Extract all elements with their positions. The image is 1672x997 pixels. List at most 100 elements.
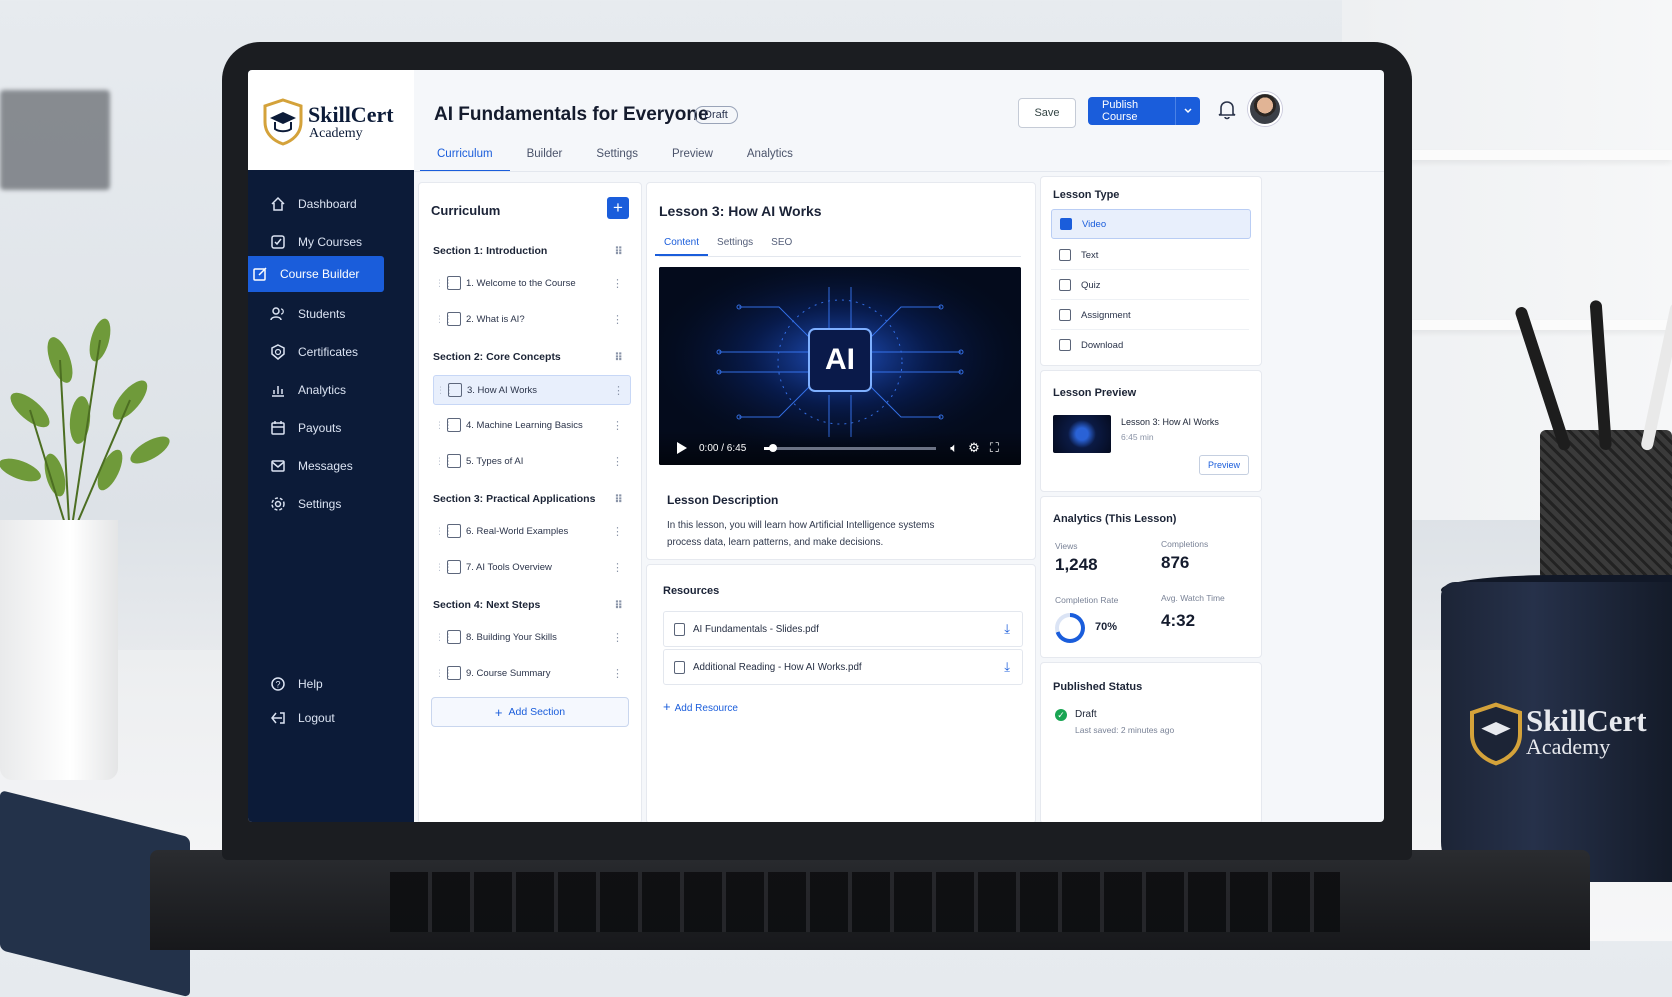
lesson-item[interactable]: ⋮⋮ 7. AI Tools Overview ⋮ bbox=[433, 553, 629, 581]
lesson-type-video[interactable]: Video bbox=[1051, 209, 1251, 239]
bell-icon[interactable] bbox=[1216, 98, 1238, 120]
resource-item[interactable]: AI Fundamentals - Slides.pdf ⤓ bbox=[663, 611, 1023, 647]
lesson-item[interactable]: ⋮⋮ 1. Welcome to the Course ⋮ bbox=[433, 269, 629, 297]
more-icon[interactable]: ⋮ bbox=[612, 455, 623, 468]
sidebar-item-help[interactable]: ? Help bbox=[256, 666, 406, 702]
sidebar-item-label: Analytics bbox=[298, 383, 347, 397]
drag-handle-icon[interactable]: ⠿ bbox=[614, 493, 623, 506]
lesson-type-label: Download bbox=[1081, 339, 1124, 351]
section-header[interactable]: Section 4: Next Steps ⠿ bbox=[433, 599, 629, 612]
fullscreen-icon[interactable]: ⛶ bbox=[990, 440, 999, 456]
grip-icon[interactable]: ⋮⋮ bbox=[435, 456, 453, 467]
preview-button[interactable]: Preview bbox=[1198, 455, 1249, 475]
sidebar-item-dashboard[interactable]: Dashboard bbox=[256, 186, 406, 222]
drag-handle-icon[interactable]: ⠿ bbox=[614, 351, 623, 364]
lesson-type-quiz[interactable]: Quiz bbox=[1051, 271, 1249, 300]
sidebar-item-messages[interactable]: Messages bbox=[256, 448, 406, 484]
sidebar-item-payouts[interactable]: Payouts bbox=[256, 410, 406, 446]
sidebar: SkillCert Academy Dashboard My Courses C… bbox=[248, 70, 414, 822]
lesson-type-assignment[interactable]: Assignment bbox=[1051, 301, 1249, 330]
sidebar-item-certificates[interactable]: Certificates bbox=[256, 334, 406, 370]
lesson-type-title: Lesson Type bbox=[1053, 189, 1120, 201]
drag-handle-icon[interactable]: ⠿ bbox=[614, 245, 623, 258]
play-icon[interactable] bbox=[677, 442, 687, 454]
lesson-label: 8. Building Your Skills bbox=[466, 631, 557, 643]
description-title: Lesson Description bbox=[667, 493, 779, 507]
download-icon[interactable]: ⤓ bbox=[1004, 659, 1010, 675]
section-title: Section 4: Next Steps bbox=[433, 599, 541, 611]
add-section-button[interactable]: + Add Section bbox=[431, 697, 629, 727]
avatar[interactable] bbox=[1248, 92, 1282, 126]
volume-icon[interactable]: 🔈︎ bbox=[950, 440, 958, 456]
tab-lesson-settings[interactable]: Settings bbox=[708, 231, 762, 256]
settings-icon[interactable]: ⚙︎ bbox=[968, 440, 980, 456]
video-scrubber[interactable] bbox=[768, 443, 777, 452]
section-title: Section 1: Introduction bbox=[433, 245, 548, 257]
more-icon[interactable]: ⋮ bbox=[612, 561, 623, 574]
sidebar-item-logout[interactable]: Logout bbox=[256, 700, 406, 736]
description-text[interactable]: In this lesson, you will learn how Artif… bbox=[667, 517, 967, 551]
grip-icon[interactable]: ⋮⋮ bbox=[435, 632, 453, 643]
section-header[interactable]: Section 3: Practical Applications ⠿ bbox=[433, 493, 629, 506]
more-icon[interactable]: ⋮ bbox=[612, 667, 623, 680]
video-progress-bar[interactable] bbox=[764, 443, 937, 452]
analytics-panel: Analytics (This Lesson) Views 1,248 Comp… bbox=[1040, 496, 1262, 658]
grip-icon[interactable]: ⋮⋮ bbox=[435, 526, 453, 537]
grip-icon[interactable]: ⋮⋮ bbox=[436, 385, 454, 396]
add-resource-button[interactable]: + Add Resource bbox=[663, 699, 738, 714]
lesson-item[interactable]: ⋮⋮ 4. Machine Learning Basics ⋮ bbox=[433, 411, 629, 439]
lesson-title: Lesson 3: How AI Works bbox=[659, 203, 822, 219]
chevron-down-icon[interactable] bbox=[1175, 97, 1200, 125]
drag-handle-icon[interactable]: ⠿ bbox=[614, 599, 623, 612]
resource-item[interactable]: Additional Reading - How AI Works.pdf ⤓ bbox=[663, 649, 1023, 685]
sidebar-item-settings[interactable]: Settings bbox=[256, 486, 406, 522]
download-icon[interactable]: ⤓ bbox=[1004, 621, 1010, 637]
preview-lesson-title: Lesson 3: How AI Works bbox=[1121, 417, 1219, 427]
tab-preview[interactable]: Preview bbox=[655, 142, 730, 172]
mug-brand-sub: Academy bbox=[1526, 734, 1611, 759]
lesson-type-download[interactable]: Download bbox=[1051, 331, 1249, 359]
grip-icon[interactable]: ⋮⋮ bbox=[435, 562, 453, 573]
more-icon[interactable]: ⋮ bbox=[612, 419, 623, 432]
sidebar-item-course-builder[interactable]: Course Builder bbox=[248, 256, 384, 292]
section-header[interactable]: Section 1: Introduction ⠿ bbox=[433, 245, 629, 258]
lesson-item[interactable]: ⋮⋮ 5. Types of AI ⋮ bbox=[433, 447, 629, 475]
add-lesson-button[interactable]: + bbox=[607, 197, 629, 219]
sidebar-item-students[interactable]: Students bbox=[256, 296, 406, 332]
sidebar-item-analytics[interactable]: Analytics bbox=[256, 372, 406, 408]
grip-icon[interactable]: ⋮⋮ bbox=[435, 314, 453, 325]
tab-analytics[interactable]: Analytics bbox=[730, 142, 810, 172]
tab-builder[interactable]: Builder bbox=[510, 142, 580, 172]
save-button[interactable]: Save bbox=[1018, 98, 1076, 128]
more-icon[interactable]: ⋮ bbox=[613, 384, 624, 397]
grip-icon[interactable]: ⋮⋮ bbox=[435, 278, 453, 289]
tab-seo[interactable]: SEO bbox=[762, 231, 801, 256]
resource-name: AI Fundamentals - Slides.pdf bbox=[693, 623, 819, 635]
video-time: 0:00 / 6:45 bbox=[699, 442, 747, 454]
grip-icon[interactable]: ⋮⋮ bbox=[435, 668, 453, 679]
more-icon[interactable]: ⋮ bbox=[612, 277, 623, 290]
lesson-item[interactable]: ⋮⋮ 6. Real-World Examples ⋮ bbox=[433, 517, 629, 545]
tab-settings[interactable]: Settings bbox=[579, 142, 655, 172]
document-icon bbox=[447, 560, 461, 574]
more-icon[interactable]: ⋮ bbox=[612, 525, 623, 538]
publish-button[interactable]: Publish Course bbox=[1088, 97, 1200, 125]
tab-content[interactable]: Content bbox=[655, 231, 709, 256]
lesson-item-active[interactable]: ⋮⋮ 3. How AI Works ⋮ bbox=[433, 375, 631, 405]
lesson-item[interactable]: ⋮⋮ 2. What is AI? ⋮ bbox=[433, 305, 629, 333]
grip-icon[interactable]: ⋮⋮ bbox=[435, 420, 453, 431]
lesson-item[interactable]: ⋮⋮ 8. Building Your Skills ⋮ bbox=[433, 623, 629, 651]
sidebar-item-label: Messages bbox=[298, 459, 353, 473]
add-resource-label: Add Resource bbox=[674, 703, 738, 714]
preview-thumbnail[interactable] bbox=[1053, 415, 1111, 453]
more-icon[interactable]: ⋮ bbox=[612, 631, 623, 644]
more-icon[interactable]: ⋮ bbox=[612, 313, 623, 326]
document-icon bbox=[448, 383, 462, 397]
tab-curriculum[interactable]: Curriculum bbox=[420, 142, 510, 172]
lesson-type-text[interactable]: Text bbox=[1051, 241, 1249, 270]
brand-logo[interactable]: SkillCert Academy bbox=[248, 70, 414, 170]
video-player[interactable]: AI 0:00 / 6:45 🔈︎ ⚙︎ ⛶ bbox=[659, 267, 1021, 465]
section-header[interactable]: Section 2: Core Concepts ⠿ bbox=[433, 351, 629, 364]
lesson-item[interactable]: ⋮⋮ 9. Course Summary ⋮ bbox=[433, 659, 629, 687]
sidebar-item-my-courses[interactable]: My Courses bbox=[256, 224, 406, 260]
